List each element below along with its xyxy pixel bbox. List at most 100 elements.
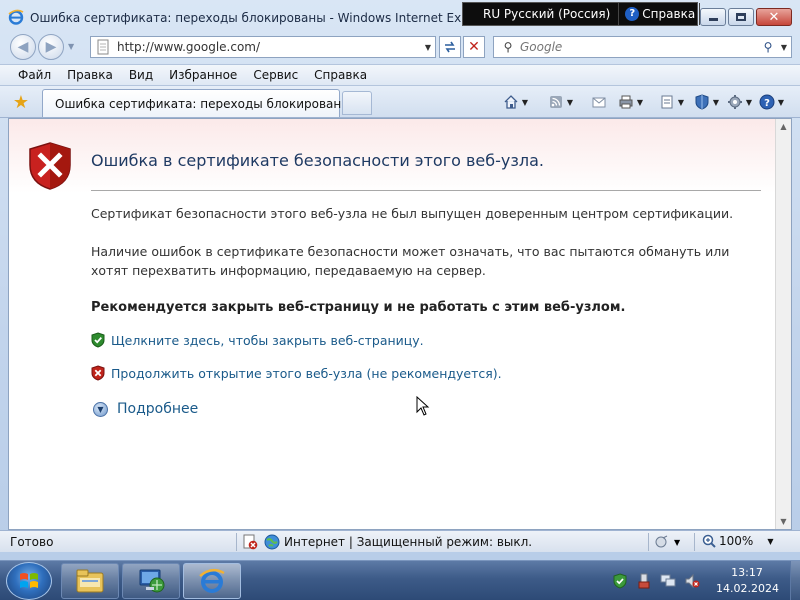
tab-active[interactable]: Ошибка сертификата: переходы блокированы bbox=[42, 89, 351, 117]
address-bar[interactable]: http://www.google.com/ ▼ bbox=[90, 36, 436, 58]
taskbar-network-button[interactable] bbox=[122, 563, 180, 599]
status-separator bbox=[236, 533, 237, 551]
menu-tools[interactable]: Сервис bbox=[245, 68, 306, 82]
safety-icon bbox=[693, 94, 711, 110]
status-separator bbox=[694, 533, 695, 551]
recommendation-text: Рекомендуется закрыть веб-страницу и не … bbox=[91, 300, 626, 315]
taskbar-clock[interactable]: 13:17 14.02.2024 bbox=[716, 565, 779, 597]
status-text: Готово bbox=[10, 535, 54, 549]
page-title: Ошибка в сертификате безопасности этого … bbox=[91, 151, 544, 170]
tools-button[interactable]: ▼ bbox=[726, 93, 754, 111]
protected-mode-button[interactable]: ▼ bbox=[654, 534, 680, 550]
read-mail-icon bbox=[590, 94, 608, 110]
action-center-icon[interactable] bbox=[612, 573, 628, 589]
cookie-privacy-icon bbox=[655, 535, 668, 548]
clock-time: 13:17 bbox=[731, 566, 763, 579]
navigation-bar: ◀ ▶ ▼ http://www.google.com/ ▼ ✕ ⚲ ⚲ ▼ bbox=[0, 32, 800, 62]
status-bar: Готово Интернет | Защищенный режим: выкл… bbox=[0, 530, 800, 552]
close-button[interactable]: ✕ bbox=[756, 8, 792, 26]
page-dropdown-icon[interactable]: ▼ bbox=[676, 98, 686, 107]
stop-button[interactable]: ✕ bbox=[463, 36, 485, 58]
maximize-icon bbox=[736, 13, 746, 21]
continue-to-site-option[interactable]: Продолжить открытие этого веб-узла (не р… bbox=[91, 365, 502, 381]
menu-help[interactable]: Справка bbox=[306, 68, 375, 82]
safety-dropdown-icon[interactable]: ▼ bbox=[711, 98, 721, 107]
search-options-dropdown-icon[interactable]: ▼ bbox=[777, 43, 791, 52]
forward-button[interactable]: ▶ bbox=[38, 34, 64, 60]
home-button[interactable]: ▼ bbox=[502, 93, 530, 111]
tab-label: Ошибка сертификата: переходы блокированы bbox=[55, 96, 351, 111]
zoom-control[interactable]: 100% ▼ bbox=[702, 534, 773, 548]
page-icon bbox=[658, 94, 676, 110]
language-indicator[interactable]: RU Русский (Россия) bbox=[463, 3, 620, 25]
stop-icon: ✕ bbox=[468, 39, 480, 55]
recent-pages-dropdown[interactable]: ▼ bbox=[68, 42, 74, 51]
menu-edit[interactable]: Правка bbox=[59, 68, 121, 82]
back-button[interactable]: ◀ bbox=[10, 34, 36, 60]
feeds-dropdown-icon[interactable]: ▼ bbox=[565, 98, 575, 107]
ie-icon bbox=[199, 568, 225, 593]
svg-text:?: ? bbox=[764, 98, 770, 109]
safety-button[interactable]: ▼ bbox=[693, 93, 721, 111]
new-tab-button[interactable] bbox=[342, 91, 372, 115]
home-dropdown-icon[interactable]: ▼ bbox=[520, 98, 530, 107]
menu-file[interactable]: Файл bbox=[10, 68, 59, 82]
language-help-label: Справка bbox=[642, 7, 696, 21]
language-bar[interactable]: RU Русский (Россия) ? Справка ▼ bbox=[462, 2, 707, 26]
volume-muted-icon[interactable] bbox=[684, 573, 700, 589]
tab-bar: ★ Ошибка сертификата: переходы блокирова… bbox=[0, 86, 800, 118]
feeds-icon bbox=[547, 94, 565, 110]
certificate-warning-text: Наличие ошибок в сертификате безопасност… bbox=[91, 244, 730, 278]
safely-remove-hardware-icon[interactable] bbox=[636, 573, 652, 589]
close-page-link[interactable]: Щелкните здесь, чтобы закрыть веб-страни… bbox=[111, 333, 424, 348]
explorer-icon bbox=[76, 569, 104, 593]
help-icon: ? bbox=[625, 7, 640, 21]
taskbar-ie-button[interactable] bbox=[183, 563, 241, 599]
help-icon: ? bbox=[758, 94, 776, 110]
search-input[interactable] bbox=[518, 40, 759, 54]
print-dropdown-icon[interactable]: ▼ bbox=[635, 98, 645, 107]
language-help-button[interactable]: ? Справка bbox=[619, 7, 699, 21]
menu-bar: Файл Правка Вид Избранное Сервис Справка bbox=[0, 64, 800, 86]
security-zone-label: Интернет | Защищенный режим: выкл. bbox=[284, 535, 533, 549]
page-button[interactable]: ▼ bbox=[658, 93, 686, 111]
blocked-page-icon bbox=[243, 534, 258, 550]
expand-chevron-icon: ▼ bbox=[93, 401, 108, 417]
home-icon bbox=[502, 94, 520, 110]
favorites-star-icon[interactable]: ★ bbox=[10, 92, 32, 114]
menu-view[interactable]: Вид bbox=[121, 68, 161, 82]
scroll-down-icon[interactable]: ▼ bbox=[776, 514, 791, 529]
security-zone[interactable]: Интернет | Защищенный режим: выкл. bbox=[242, 533, 532, 551]
maximize-button[interactable] bbox=[728, 8, 754, 26]
close-icon: ✕ bbox=[768, 9, 780, 25]
mouse-cursor-icon bbox=[416, 396, 430, 416]
help-button[interactable]: ? ▼ bbox=[758, 93, 786, 111]
taskbar-explorer-button[interactable] bbox=[61, 563, 119, 599]
read-mail-button[interactable] bbox=[590, 93, 608, 111]
continue-to-site-link[interactable]: Продолжить открытие этого веб-узла (не р… bbox=[111, 366, 502, 381]
more-information-label[interactable]: Подробнее bbox=[117, 401, 198, 417]
address-url[interactable]: http://www.google.com/ bbox=[115, 40, 421, 54]
minimize-button[interactable] bbox=[700, 8, 726, 26]
menu-favorites[interactable]: Избранное bbox=[161, 68, 245, 82]
forward-arrow-icon: ▶ bbox=[45, 39, 57, 55]
search-icon[interactable]: ⚲ bbox=[759, 40, 777, 54]
print-button[interactable]: ▼ bbox=[617, 93, 645, 111]
more-information-toggle[interactable]: ▼ Подробнее bbox=[93, 401, 198, 417]
search-box[interactable]: ⚲ ⚲ ▼ bbox=[493, 36, 792, 58]
scroll-up-icon[interactable]: ▲ bbox=[776, 119, 791, 134]
refresh-button[interactable] bbox=[439, 36, 461, 58]
close-page-option[interactable]: Щелкните здесь, чтобы закрыть веб-страни… bbox=[91, 332, 424, 348]
zoom-dropdown-icon[interactable]: ▼ bbox=[767, 537, 773, 546]
page-icon bbox=[97, 39, 109, 55]
show-desktop-button[interactable] bbox=[790, 561, 800, 600]
network-icon bbox=[139, 569, 165, 593]
tools-dropdown-icon[interactable]: ▼ bbox=[744, 98, 754, 107]
network-status-icon[interactable] bbox=[660, 573, 676, 589]
vertical-scrollbar[interactable]: ▲ ▼ bbox=[775, 119, 791, 529]
address-dropdown-icon[interactable]: ▼ bbox=[421, 43, 435, 52]
help-dropdown-icon[interactable]: ▼ bbox=[776, 98, 786, 107]
start-button[interactable] bbox=[6, 562, 52, 600]
protected-mode-dropdown-icon[interactable]: ▼ bbox=[674, 538, 680, 547]
feeds-button[interactable]: ▼ bbox=[547, 93, 575, 111]
